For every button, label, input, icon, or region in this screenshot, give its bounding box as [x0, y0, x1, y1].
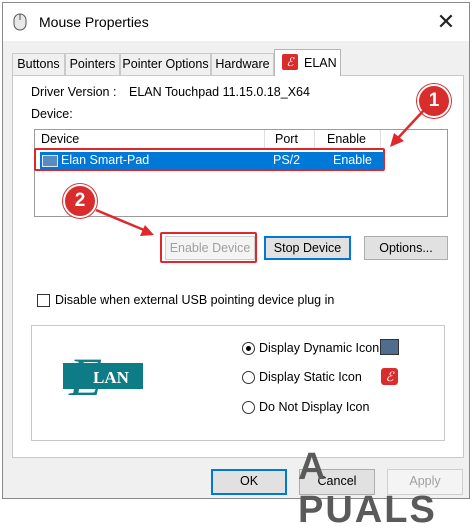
elan-logo-letter: E: [68, 349, 102, 403]
mouse-icon: [13, 13, 27, 31]
stop-device-button[interactable]: Stop Device: [264, 236, 351, 260]
driver-version-value: ELAN Touchpad 11.15.0.18_X64: [129, 85, 310, 99]
tab-elan[interactable]: ℰ ELAN: [274, 49, 341, 76]
tab-buttons[interactable]: Buttons: [12, 53, 65, 75]
elan-logo: LAN E: [63, 347, 143, 407]
column-header-enable[interactable]: Enable: [315, 130, 381, 149]
radio-dynamic-icon[interactable]: [242, 342, 255, 355]
tab-hardware[interactable]: Hardware: [211, 53, 274, 75]
radio-no-icon-label: Do Not Display Icon: [259, 400, 370, 414]
mouse-properties-window: Mouse Properties ✕ Buttons Pointers Poin…: [2, 2, 470, 499]
dynamic-tray-icon: [380, 339, 399, 355]
title-bar[interactable]: Mouse Properties ✕: [3, 3, 469, 41]
options-button[interactable]: Options...: [364, 236, 448, 260]
column-header-port[interactable]: Port: [265, 130, 315, 149]
tab-pointer-options[interactable]: Pointer Options: [120, 53, 211, 75]
radio-dynamic-icon-label: Display Dynamic Icon: [259, 341, 380, 355]
static-tray-icon: ℰ: [381, 368, 398, 385]
annotation-arrow-2: [95, 208, 154, 236]
tab-label: Buttons: [17, 57, 60, 71]
disable-usb-label: Disable when external USB pointing devic…: [55, 293, 335, 307]
tab-label: Hardware: [215, 57, 270, 71]
elan-tab-icon: ℰ: [282, 54, 298, 70]
highlight-box-device-row: [34, 148, 385, 171]
driver-version-label: Driver Version :: [31, 85, 117, 99]
tab-label: Pointer Options: [122, 57, 209, 71]
radio-static-icon-label: Display Static Icon: [259, 370, 362, 384]
watermark: A PUALS: [298, 446, 437, 531]
device-label: Device:: [31, 107, 73, 121]
tab-label: Pointers: [69, 57, 116, 71]
window-title: Mouse Properties: [39, 14, 149, 30]
disable-usb-checkbox[interactable]: [37, 294, 50, 307]
annotation-arrow-1: [390, 109, 425, 147]
tab-pointers[interactable]: Pointers: [65, 53, 120, 75]
tab-label: ELAN: [304, 56, 337, 70]
close-button[interactable]: ✕: [431, 9, 461, 35]
column-header-device[interactable]: Device: [35, 130, 265, 149]
ok-button[interactable]: OK: [211, 469, 287, 495]
highlight-box-enable-device: [160, 232, 257, 263]
radio-no-icon[interactable]: [242, 401, 255, 414]
radio-static-icon[interactable]: [242, 371, 255, 384]
